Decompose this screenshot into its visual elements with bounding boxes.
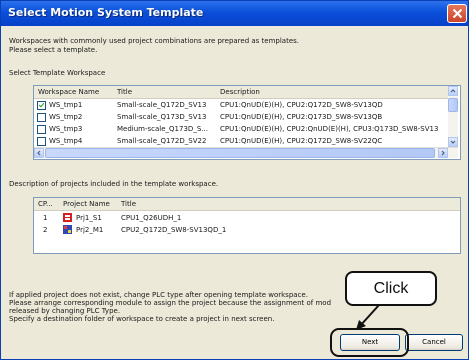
col-title[interactable]: Title [117, 88, 132, 96]
workspace-description: CPU1:QnUD(E)(H), CPU2:Q172D_SW8-SV22QC [220, 137, 383, 145]
title-bar[interactable]: Select Motion System Template [1, 1, 468, 26]
workspace-description: CPU1:QnUD(E)(H), CPU2:QnUD(E)(H), CPU3:Q… [220, 125, 439, 133]
table-row[interactable]: 2 Prj2_M1 CPU2_Q172D_SW8-SV13QD_1 [34, 225, 460, 236]
scroll-right-button[interactable] [438, 148, 448, 158]
workspace-table-header: Workspace Name Title Description [34, 86, 450, 99]
col-workspace-name[interactable]: Workspace Name [38, 88, 99, 96]
plc-project-icon [63, 213, 72, 222]
horizontal-scroll-thumb[interactable] [45, 148, 435, 158]
note-line-4: Specify a destination folder of workspac… [9, 315, 275, 323]
chevron-right-icon [441, 150, 445, 156]
workspace-title: Small-scale_Q173D_SV13 [117, 113, 207, 121]
vertical-scroll-thumb[interactable] [448, 98, 458, 112]
workspace-title: Medium-scale_Q173D_S... [117, 125, 208, 133]
col-project-name[interactable]: Project Name [63, 200, 110, 208]
project-title: CPU2_Q172D_SW8-SV13QD_1 [121, 226, 227, 234]
cancel-button[interactable]: Cancel [405, 334, 463, 351]
chevron-up-icon [450, 89, 456, 93]
close-button[interactable] [447, 4, 467, 23]
projects-table[interactable]: CP... Project Name Title 1 Prj1_S1 CPU1_… [33, 197, 461, 254]
workspace-name: WS_tmp2 [49, 113, 83, 121]
row-checkbox[interactable] [37, 137, 46, 146]
project-title: CPU1_Q26UDH_1 [121, 214, 182, 222]
workspace-title: Small-scale_Q172D_SV22 [117, 137, 207, 145]
project-cpu: 1 [43, 214, 48, 222]
table-row[interactable]: 1 Prj1_S1 CPU1_Q26UDH_1 [34, 213, 460, 224]
workspace-name: WS_tmp1 [49, 101, 83, 109]
scroll-left-button[interactable] [34, 148, 44, 158]
project-name: Prj2_M1 [76, 226, 104, 234]
scroll-up-button[interactable] [448, 86, 458, 96]
template-dialog: Select Motion System Template Workspaces… [0, 0, 469, 360]
col-description[interactable]: Description [220, 88, 260, 96]
workspace-description: CPU1:QnUD(E)(H), CPU2:Q172D_SW8-SV13QD [220, 101, 383, 109]
workspace-section-label: Select Template Workspace [9, 69, 106, 77]
table-row[interactable]: WS_tmp4 Small-scale_Q172D_SV22 CPU1:QnUD… [34, 136, 460, 147]
window-title: Select Motion System Template [8, 6, 204, 19]
project-name: Prj1_S1 [76, 214, 102, 222]
horizontal-scrollbar[interactable] [34, 147, 458, 158]
col-project-title[interactable]: Title [121, 200, 136, 208]
row-checkbox[interactable] [37, 125, 46, 134]
callout-label: Click [373, 280, 409, 297]
row-checkbox[interactable] [37, 101, 46, 110]
workspace-description: CPU1:QnUD(E)(H), CPU2:Q173D_SW8-SV13QB [220, 113, 383, 121]
table-row[interactable]: WS_tmp1 Small-scale_Q172D_SV13 CPU1:QnUD… [34, 100, 460, 111]
row-checkbox[interactable] [37, 113, 46, 122]
intro-text-2: Please select a template. [9, 46, 98, 54]
vertical-scrollbar[interactable] [448, 86, 458, 147]
projects-section-label: Description of projects included in the … [9, 180, 219, 188]
project-cpu: 2 [43, 226, 48, 234]
col-cpu[interactable]: CP... [38, 200, 53, 208]
motion-project-icon [63, 225, 72, 234]
workspace-title: Small-scale_Q172D_SV13 [117, 101, 207, 109]
chevron-down-icon [450, 140, 456, 144]
intro-text-1: Workspaces with commonly used project co… [9, 37, 300, 45]
scroll-down-button[interactable] [448, 137, 458, 147]
click-callout: Click [345, 271, 437, 306]
table-row[interactable]: WS_tmp2 Small-scale_Q173D_SV13 CPU1:QnUD… [34, 112, 460, 123]
chevron-left-icon [37, 150, 41, 156]
workspace-name: WS_tmp4 [49, 137, 83, 145]
workspace-table[interactable]: Workspace Name Title Description WS_tmp1… [33, 85, 461, 160]
workspace-name: WS_tmp3 [49, 125, 83, 133]
close-icon [452, 8, 463, 19]
projects-table-header: CP... Project Name Title [34, 198, 460, 211]
table-row[interactable]: WS_tmp3 Medium-scale_Q173D_S... CPU1:QnU… [34, 124, 460, 135]
